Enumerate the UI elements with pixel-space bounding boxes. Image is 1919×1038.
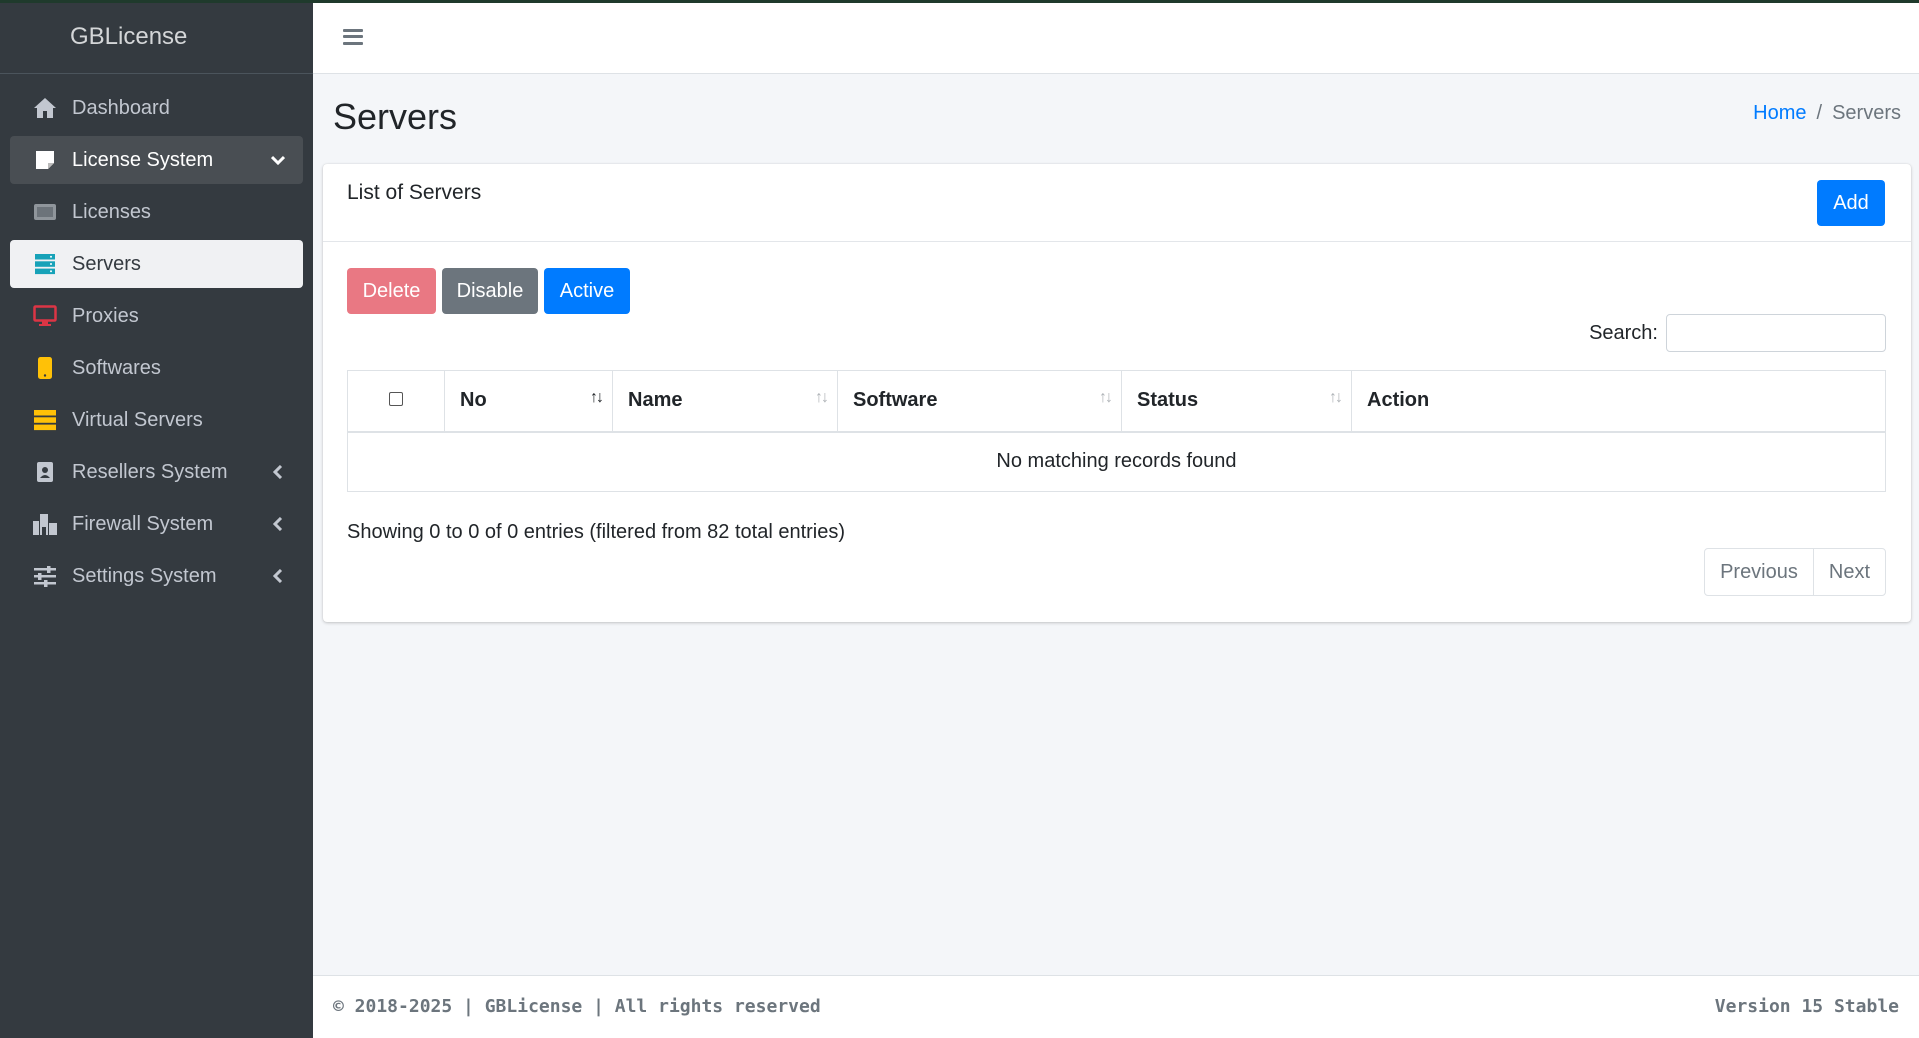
sort-icon: ↑↓ bbox=[815, 389, 829, 406]
chevron-left-icon bbox=[271, 514, 285, 534]
sidebar-item-label: Proxies bbox=[72, 304, 139, 327]
sidebar-item-label: Firewall System bbox=[72, 512, 214, 535]
sliders-icon bbox=[32, 563, 58, 589]
select-all-header bbox=[347, 370, 445, 433]
servers-card: List of Servers Add Delete Disable Activ… bbox=[323, 164, 1911, 622]
mobile-icon bbox=[32, 355, 58, 381]
delete-button[interactable]: Delete bbox=[347, 268, 436, 314]
next-page-button[interactable]: Next bbox=[1812, 549, 1885, 595]
menu-toggle-icon[interactable] bbox=[341, 27, 365, 47]
column-header-software[interactable]: Software ↑↓ bbox=[837, 370, 1122, 433]
content-header: Servers Home / Servers bbox=[333, 94, 1901, 140]
sidebar-item-label: Resellers System bbox=[72, 460, 228, 483]
sidebar-item-firewall-system[interactable]: Firewall System bbox=[10, 500, 303, 548]
sidebar-item-label: Dashboard bbox=[72, 96, 170, 119]
empty-message: No matching records found bbox=[347, 431, 1886, 492]
breadcrumb-separator: / bbox=[1816, 102, 1823, 124]
sidebar-item-label: Servers bbox=[72, 252, 141, 275]
previous-page-button[interactable]: Previous bbox=[1705, 549, 1813, 595]
column-header-action: Action bbox=[1351, 370, 1886, 433]
sidebar-item-label: Licenses bbox=[72, 200, 151, 223]
column-header-no[interactable]: No ↑↓ bbox=[444, 370, 613, 433]
sidebar-item-label: Settings System bbox=[72, 564, 217, 587]
sidebar-item-label: Virtual Servers bbox=[72, 408, 203, 431]
sidebar-item-settings-system[interactable]: Settings System bbox=[10, 552, 303, 600]
sidebar-nav: Dashboard License System Licenses Server… bbox=[0, 74, 313, 600]
servers-table: No ↑↓ Name ↑↓ Software ↑↓ Status ↑↓ Acti… bbox=[347, 370, 1886, 492]
sidebar: GBLicense Dashboard License System Licen… bbox=[0, 0, 313, 1038]
card-header: List of Servers Add bbox=[323, 164, 1911, 242]
sort-icon: ↑↓ bbox=[1329, 389, 1343, 406]
search-input[interactable] bbox=[1666, 314, 1886, 352]
id-badge-icon bbox=[32, 459, 58, 485]
sidebar-item-licenses[interactable]: Licenses bbox=[10, 188, 303, 236]
search-row: Search: bbox=[1589, 314, 1886, 352]
top-navbar bbox=[313, 0, 1919, 74]
main-content: Servers Home / Servers List of Servers A… bbox=[313, 0, 1919, 1038]
sidebar-item-dashboard[interactable]: Dashboard bbox=[10, 84, 303, 132]
page-title: Servers bbox=[333, 96, 458, 137]
active-button[interactable]: Active bbox=[544, 268, 630, 314]
select-all-checkbox[interactable] bbox=[389, 392, 403, 407]
column-header-status[interactable]: Status ↑↓ bbox=[1121, 370, 1352, 433]
footer-copyright: © 2018-2025 | GBLicense | All rights res… bbox=[333, 996, 821, 1017]
footer: © 2018-2025 | GBLicense | All rights res… bbox=[313, 975, 1919, 1038]
card-title: List of Servers bbox=[347, 181, 482, 204]
firewall-icon bbox=[32, 511, 58, 537]
server-icon bbox=[32, 251, 58, 277]
search-label: Search: bbox=[1589, 321, 1658, 344]
sidebar-item-license-system[interactable]: License System bbox=[10, 136, 303, 184]
home-icon bbox=[32, 95, 58, 121]
sidebar-item-softwares[interactable]: Softwares bbox=[10, 344, 303, 392]
top-accent-line bbox=[0, 0, 1919, 3]
chevron-left-icon bbox=[271, 462, 285, 482]
table-header-row: No ↑↓ Name ↑↓ Software ↑↓ Status ↑↓ Acti… bbox=[347, 370, 1886, 433]
chevron-left-icon bbox=[271, 566, 285, 586]
table-info: Showing 0 to 0 of 0 entries (filtered fr… bbox=[347, 521, 846, 543]
disable-button[interactable]: Disable bbox=[442, 268, 538, 314]
pagination: Previous Next bbox=[1704, 548, 1886, 596]
sticky-note-icon bbox=[32, 147, 58, 173]
sidebar-item-resellers-system[interactable]: Resellers System bbox=[10, 448, 303, 496]
table-row-empty: No matching records found bbox=[347, 431, 1886, 492]
chevron-down-icon bbox=[271, 150, 285, 170]
footer-version: Version 15 Stable bbox=[1714, 996, 1899, 1017]
breadcrumb-current: Servers bbox=[1832, 102, 1901, 124]
sort-icon: ↑↓ bbox=[1099, 389, 1113, 406]
add-button[interactable]: Add bbox=[1817, 180, 1885, 226]
sidebar-item-label: License System bbox=[72, 148, 214, 171]
column-header-name[interactable]: Name ↑↓ bbox=[612, 370, 838, 433]
virtual-server-icon bbox=[32, 407, 58, 433]
sidebar-item-label: Softwares bbox=[72, 356, 161, 379]
sidebar-item-servers[interactable]: Servers bbox=[10, 240, 303, 288]
sort-asc-icon: ↑↓ bbox=[590, 389, 604, 406]
sidebar-item-virtual-servers[interactable]: Virtual Servers bbox=[10, 396, 303, 444]
breadcrumb-home-link[interactable]: Home bbox=[1753, 102, 1806, 125]
breadcrumb: Home / Servers bbox=[1753, 102, 1901, 125]
brand-logo[interactable]: GBLicense bbox=[0, 0, 313, 74]
licenses-icon bbox=[32, 199, 58, 225]
monitor-icon bbox=[32, 303, 58, 329]
sidebar-item-proxies[interactable]: Proxies bbox=[10, 292, 303, 340]
